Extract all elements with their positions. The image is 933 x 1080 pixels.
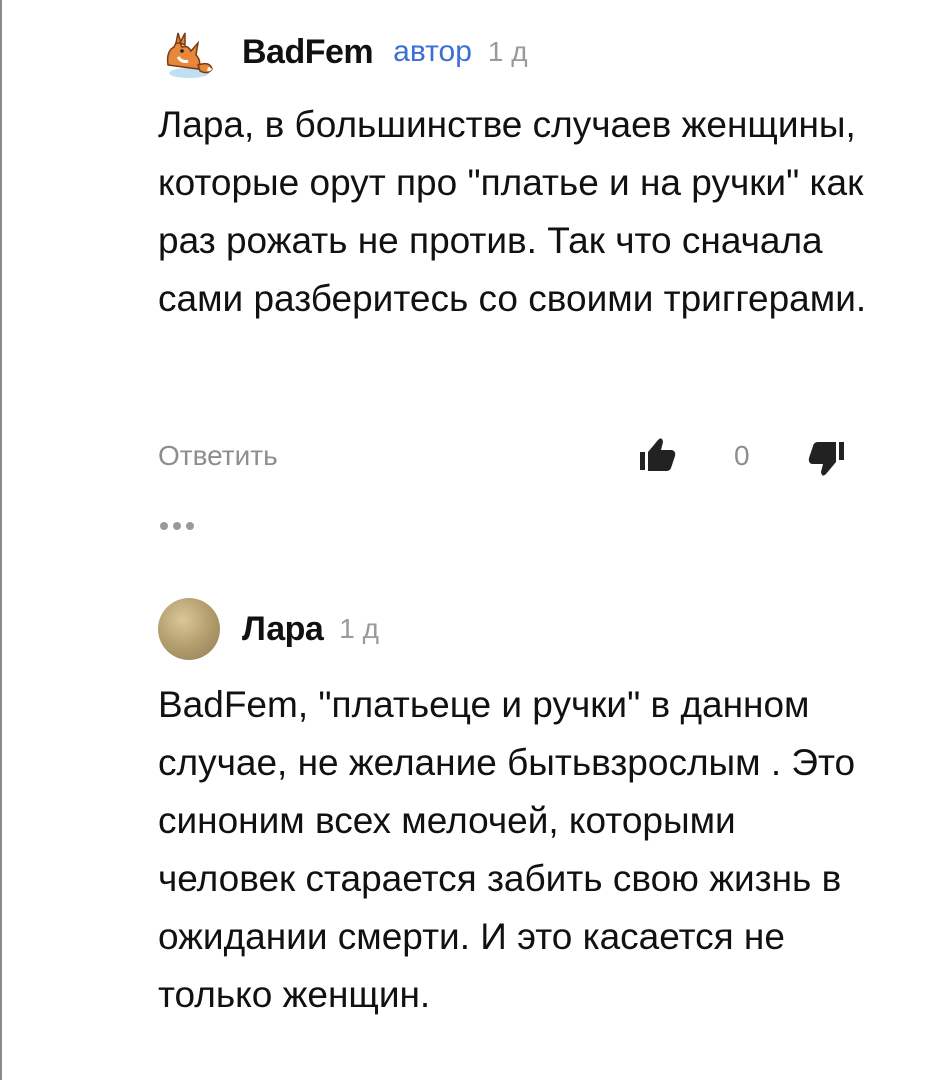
comment-lara: Лара 1 д BadFem, "платьеце и ручки" в да… [0, 580, 933, 1080]
comment-badfem: BadFem автор 1 д Лара, в большинстве слу… [0, 0, 933, 560]
author-name[interactable]: Лара [242, 610, 324, 649]
author-name[interactable]: BadFem [242, 33, 374, 72]
comment-header: Лара 1 д [158, 598, 379, 660]
comment-text: BadFem, "платьеце и ручки" в данном случ… [158, 684, 856, 1015]
comment-header: BadFem автор 1 д [158, 22, 528, 82]
thumbs-up-icon[interactable] [636, 432, 680, 476]
comment-actions: Ответить 0 [158, 430, 858, 482]
comment-text: Лара, в большинстве случаев женщины, кот… [158, 104, 867, 319]
thumbs-down-icon[interactable] [804, 438, 848, 482]
author-badge: автор [393, 35, 472, 68]
more-dots-icon[interactable] [158, 512, 208, 540]
fox-avatar-icon[interactable] [158, 21, 220, 83]
vote-count: 0 [734, 440, 750, 471]
comment-timestamp: 1 д [339, 613, 379, 644]
user-photo-avatar[interactable] [158, 598, 220, 660]
reply-button[interactable]: Ответить [158, 440, 278, 472]
comment-timestamp: 1 д [487, 36, 528, 67]
